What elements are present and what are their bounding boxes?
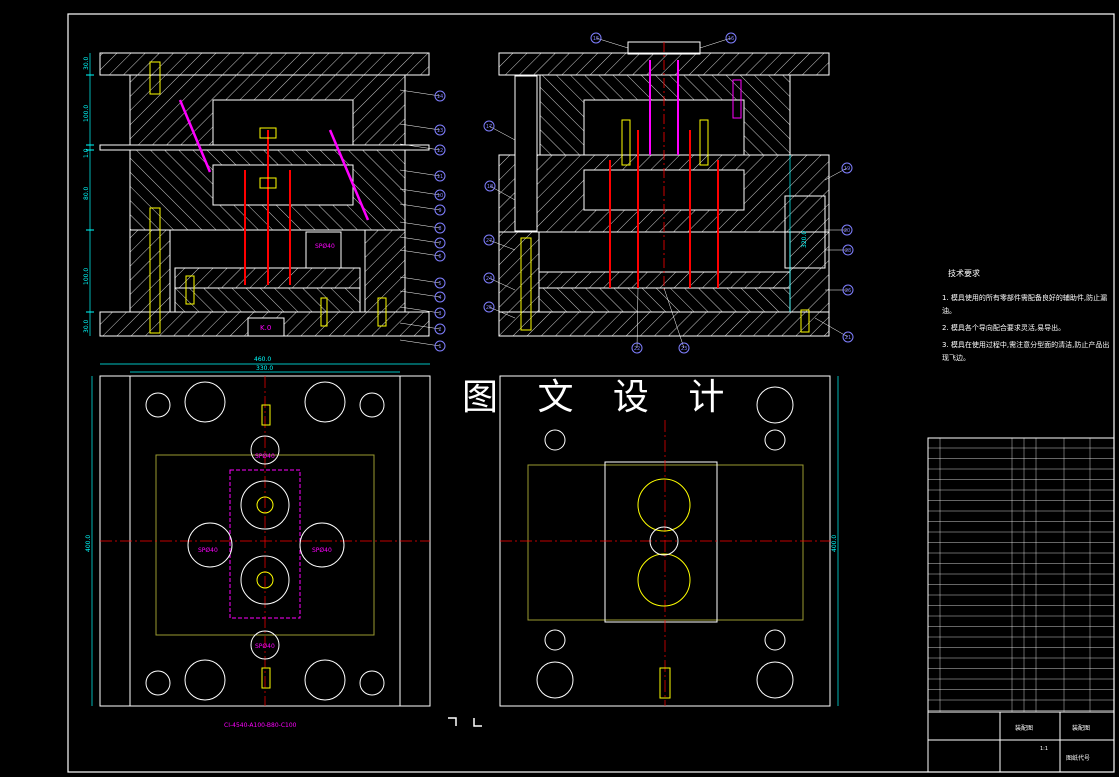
balloon-label: 1 [438,344,441,350]
balloon-label: 9 [438,208,441,214]
balloon-label: 14 [437,94,443,100]
plan-mark-1: SPØ40 [255,453,275,460]
plan-mark-3: SPØ40 [312,547,332,554]
balloon-label: 3 [438,311,441,317]
plan-view-right: 400.0 [499,375,839,707]
bottom-mark: K.0 [260,324,271,332]
tech-requirements-list: 1. 模具使用的所有零部件需配备良好的辅助件,防止漏油。 2. 模具各个导向配合… [942,292,1114,365]
balloon-label: 16 [728,36,734,42]
plan-mark-2: SPØ40 [198,547,218,554]
watermark-text: 图 文 设 计 [462,377,739,418]
balloon-label: 15 [593,36,599,42]
balloon-label: 26 [845,288,851,294]
section-markers [448,717,482,727]
plan-mark-4: SPØ40 [255,643,275,650]
balloon-left-7: 7 [399,236,446,249]
balloon-label: 6 [438,254,441,260]
balloon-right-16: 16 [699,32,737,49]
balloon-left-1: 1 [399,339,446,352]
balloon-label: 18 [487,184,493,190]
title-block: 装配图 装配图 图纸代号 1:1 [927,437,1115,773]
dim-bottom-plate: 30.0 [83,319,90,333]
dim-plan-inner: 330.0 [256,365,273,372]
sheet-note: 装配图 [1072,724,1090,732]
dim-plan-outer: 460.0 [254,356,271,363]
balloon-left-9: 9 [399,203,446,216]
left-dimensions: 30.0 100.0 1.0 80.0 100.0 30.0 [83,53,94,336]
section-view-left: SPØ40 K.0 [99,52,430,337]
balloon-label: 25 [486,305,492,311]
balloon-left-4: 4 [399,290,446,303]
balloon-label: 27 [486,238,492,244]
balloon-label: 4 [438,295,441,301]
balloon-label: 2 [438,327,441,333]
dim-spacer-block: 100.0 [83,268,90,285]
dim-right-section: 320.0 [801,231,808,248]
balloon-right-17: 17 [483,120,516,141]
dim-core-plate: 80.0 [83,186,90,200]
balloon-label: 17 [486,124,492,130]
balloon-label: 20 [844,228,850,234]
tech-item: 1. 模具使用的所有零部件需配备良好的辅助件,防止漏油。 [942,294,1108,315]
dim-top-plate: 30.0 [83,56,90,70]
balloon-label: 13 [437,128,443,134]
balloon-label: 22 [634,346,640,352]
balloon-left-14: 14 [399,89,446,102]
balloon-label: 10 [437,193,443,199]
drawing-name: 装配图 [1015,724,1033,732]
tech-item: 3. 模具在使用过程中,需注意分型面的清洁,防止产品出现飞边。 [942,341,1110,362]
dim-plan-height-left: 400.0 [85,535,92,552]
balloon-left-11: 11 [399,169,446,182]
balloon-label: 23 [681,346,687,352]
balloon-left-6: 6 [399,249,446,262]
section-view-right: 320.0 [498,41,830,337]
balloon-label: 21 [845,335,851,341]
dim-plan-height-right: 400.0 [831,535,838,552]
spacer-mark: SPØ40 [315,243,335,250]
dim-cavity-plate: 100.0 [83,105,90,122]
balloon-label: 24 [486,276,492,282]
balloon-left-10: 10 [399,188,446,201]
mold-base-code: CI-4540-A100-B80-C100 [224,722,297,729]
balloon-label: 11 [437,174,443,180]
bottom-label: 图纸代号 [1066,754,1090,762]
scale-value: 1:1 [1040,746,1048,752]
dim-gap: 1.0 [83,148,90,158]
balloon-label: 8 [438,226,441,232]
tech-item: 2. 模具各个导向配合要求灵活,易导出。 [942,324,1066,332]
tech-requirements-title: 技术要求 [948,269,980,278]
balloon-label: 12 [437,148,443,154]
balloon-label: 7 [438,241,441,247]
balloon-left-8: 8 [399,221,446,234]
balloon-label: 19 [844,166,850,172]
balloon-left-5: 5 [399,276,446,289]
balloon-label: 28 [845,248,851,254]
plan-view-left: SPØ40 SPØ40 SPØ40 SPØ40 CI-4540-A100-B80… [85,356,431,729]
balloon-right-15: 15 [590,32,629,49]
balloon-label: 5 [438,281,441,287]
balloon-left-13: 13 [399,123,446,136]
